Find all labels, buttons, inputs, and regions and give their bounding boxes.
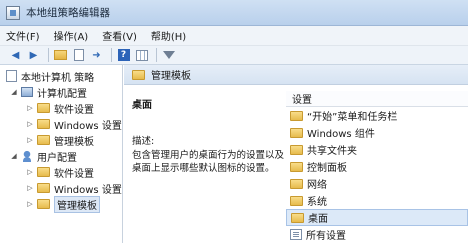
expand-arrow-icon[interactable]: ▷ <box>26 120 34 128</box>
tree-item-user-software[interactable]: ▷ 软件设置 <box>26 164 94 180</box>
menu-action[interactable]: 操作(A) <box>54 28 89 43</box>
folder-icon <box>132 69 145 80</box>
policy-document-icon <box>6 70 17 82</box>
user-icon <box>21 150 33 162</box>
menu-help[interactable]: 帮助(H) <box>151 28 186 43</box>
tree-item-computer-admin[interactable]: ▷ 管理模板 <box>26 132 94 148</box>
folder-icon <box>290 110 303 121</box>
folder-icon <box>290 127 303 138</box>
content-header-title: 管理模板 <box>151 71 191 82</box>
list-item-windows-components[interactable]: Windows 组件 <box>286 124 468 141</box>
toolbar-divider <box>156 48 157 62</box>
settings-column-header[interactable]: 设置 <box>286 91 468 107</box>
folder-icon <box>37 135 50 145</box>
description-text: 包含管理用户的桌面行为的设置以及桌面上显示哪些默认图标的设置。 <box>132 150 285 174</box>
list-item-label: 共享文件夹 <box>307 146 357 157</box>
tree-item-label: 软件设置 <box>54 104 94 116</box>
settings-list: 设置 “开始”菜单和任务栏 Windows 组件 共享文件夹 控制面板 网络 系… <box>286 86 468 243</box>
description-label: 描述: <box>132 136 155 147</box>
folder-icon <box>37 199 50 209</box>
expand-arrow-icon[interactable]: ▷ <box>26 104 34 112</box>
list-item-label: 控制面板 <box>307 163 347 174</box>
tree-item-user-windows[interactable]: ▷ Windows 设置 <box>26 180 122 196</box>
export-icon[interactable]: ➜ <box>89 48 104 62</box>
tree-item-user-config[interactable]: ◢ 用户配置 <box>10 148 77 164</box>
folder-icon <box>290 161 303 172</box>
title-bar: 本地组策略编辑器 <box>0 0 468 26</box>
collapse-arrow-icon[interactable]: ◢ <box>10 88 18 96</box>
folder-icon <box>290 195 303 206</box>
list-item-system[interactable]: 系统 <box>286 192 468 209</box>
forward-arrow-icon[interactable]: ▶ <box>26 48 41 62</box>
list-item-label: 网络 <box>307 180 327 191</box>
menu-bar: 文件(F) 操作(A) 查看(V) 帮助(H) <box>0 26 468 46</box>
folder-icon <box>290 178 303 189</box>
grid-icon[interactable] <box>134 48 149 62</box>
description-pane: 桌面 描述: 包含管理用户的桌面行为的设置以及桌面上显示哪些默认图标的设置。 <box>124 86 284 243</box>
tree-item-computer-windows[interactable]: ▷ Windows 设置 <box>26 116 122 132</box>
list-item-all-settings[interactable]: 所有设置 <box>286 226 468 243</box>
list-item-label: 桌面 <box>308 214 328 225</box>
window-title: 本地组策略编辑器 <box>26 7 110 19</box>
document-icon[interactable] <box>71 48 86 62</box>
tree-item-root[interactable]: 本地计算机 策略 <box>6 68 94 84</box>
list-item-start-menu[interactable]: “开始”菜单和任务栏 <box>286 107 468 124</box>
expand-arrow-icon[interactable]: ▷ <box>26 168 34 176</box>
settings-list-icon <box>290 229 302 240</box>
menu-file[interactable]: 文件(F) <box>6 28 40 43</box>
computer-icon <box>21 87 33 97</box>
toolbar-divider <box>111 48 112 62</box>
folder-up-icon[interactable] <box>53 48 68 62</box>
menu-view[interactable]: 查看(V) <box>102 28 137 43</box>
tree-item-user-admin[interactable]: ▷ 管理模板 <box>26 195 100 213</box>
filter-icon[interactable] <box>161 48 176 62</box>
list-item-label: 系统 <box>307 197 327 208</box>
description-title: 桌面 <box>132 100 152 111</box>
tree-item-label: 计算机配置 <box>37 88 87 100</box>
tree-item-label: 软件设置 <box>54 168 94 180</box>
tree-item-computer-config[interactable]: ◢ 计算机配置 <box>10 84 87 100</box>
list-item-network[interactable]: 网络 <box>286 175 468 192</box>
folder-icon <box>290 144 303 155</box>
tree-item-label: Windows 设置 <box>54 184 122 196</box>
tree-item-label: 管理模板 <box>54 136 94 148</box>
help-icon[interactable]: ? <box>116 48 131 62</box>
tree-item-label: 用户配置 <box>37 152 77 164</box>
tree-item-computer-software[interactable]: ▷ 软件设置 <box>26 100 94 116</box>
app-icon <box>6 5 20 20</box>
expand-arrow-icon[interactable]: ▷ <box>26 184 34 192</box>
folder-icon <box>37 103 50 113</box>
expand-arrow-icon[interactable]: ▷ <box>26 200 34 208</box>
list-item-label: “开始”菜单和任务栏 <box>307 112 398 123</box>
list-item-label: 所有设置 <box>306 231 346 242</box>
folder-icon <box>37 119 50 129</box>
tree-item-label: Windows 设置 <box>54 120 122 132</box>
collapse-arrow-icon[interactable]: ◢ <box>10 152 18 160</box>
tree-item-label: 本地计算机 策略 <box>21 72 95 84</box>
folder-icon <box>37 167 50 177</box>
tree-item-label: 管理模板 <box>54 195 100 213</box>
folder-icon <box>37 183 50 193</box>
list-item-control-panel[interactable]: 控制面板 <box>286 158 468 175</box>
list-item-desktop[interactable]: 桌面 <box>286 209 468 226</box>
list-item-label: Windows 组件 <box>307 129 375 140</box>
folder-icon <box>291 212 304 223</box>
toolbar: ◀ ▶ ➜ ? <box>0 46 468 65</box>
content-header: 管理模板 <box>124 65 468 85</box>
toolbar-divider <box>48 48 49 62</box>
expand-arrow-icon[interactable]: ▷ <box>26 136 34 144</box>
policy-tree: 本地计算机 策略 ◢ 计算机配置 ▷ 软件设置 ▷ Windows 设置 ▷ 管… <box>0 65 123 243</box>
back-arrow-icon[interactable]: ◀ <box>8 48 23 62</box>
list-item-shared-folders[interactable]: 共享文件夹 <box>286 141 468 158</box>
